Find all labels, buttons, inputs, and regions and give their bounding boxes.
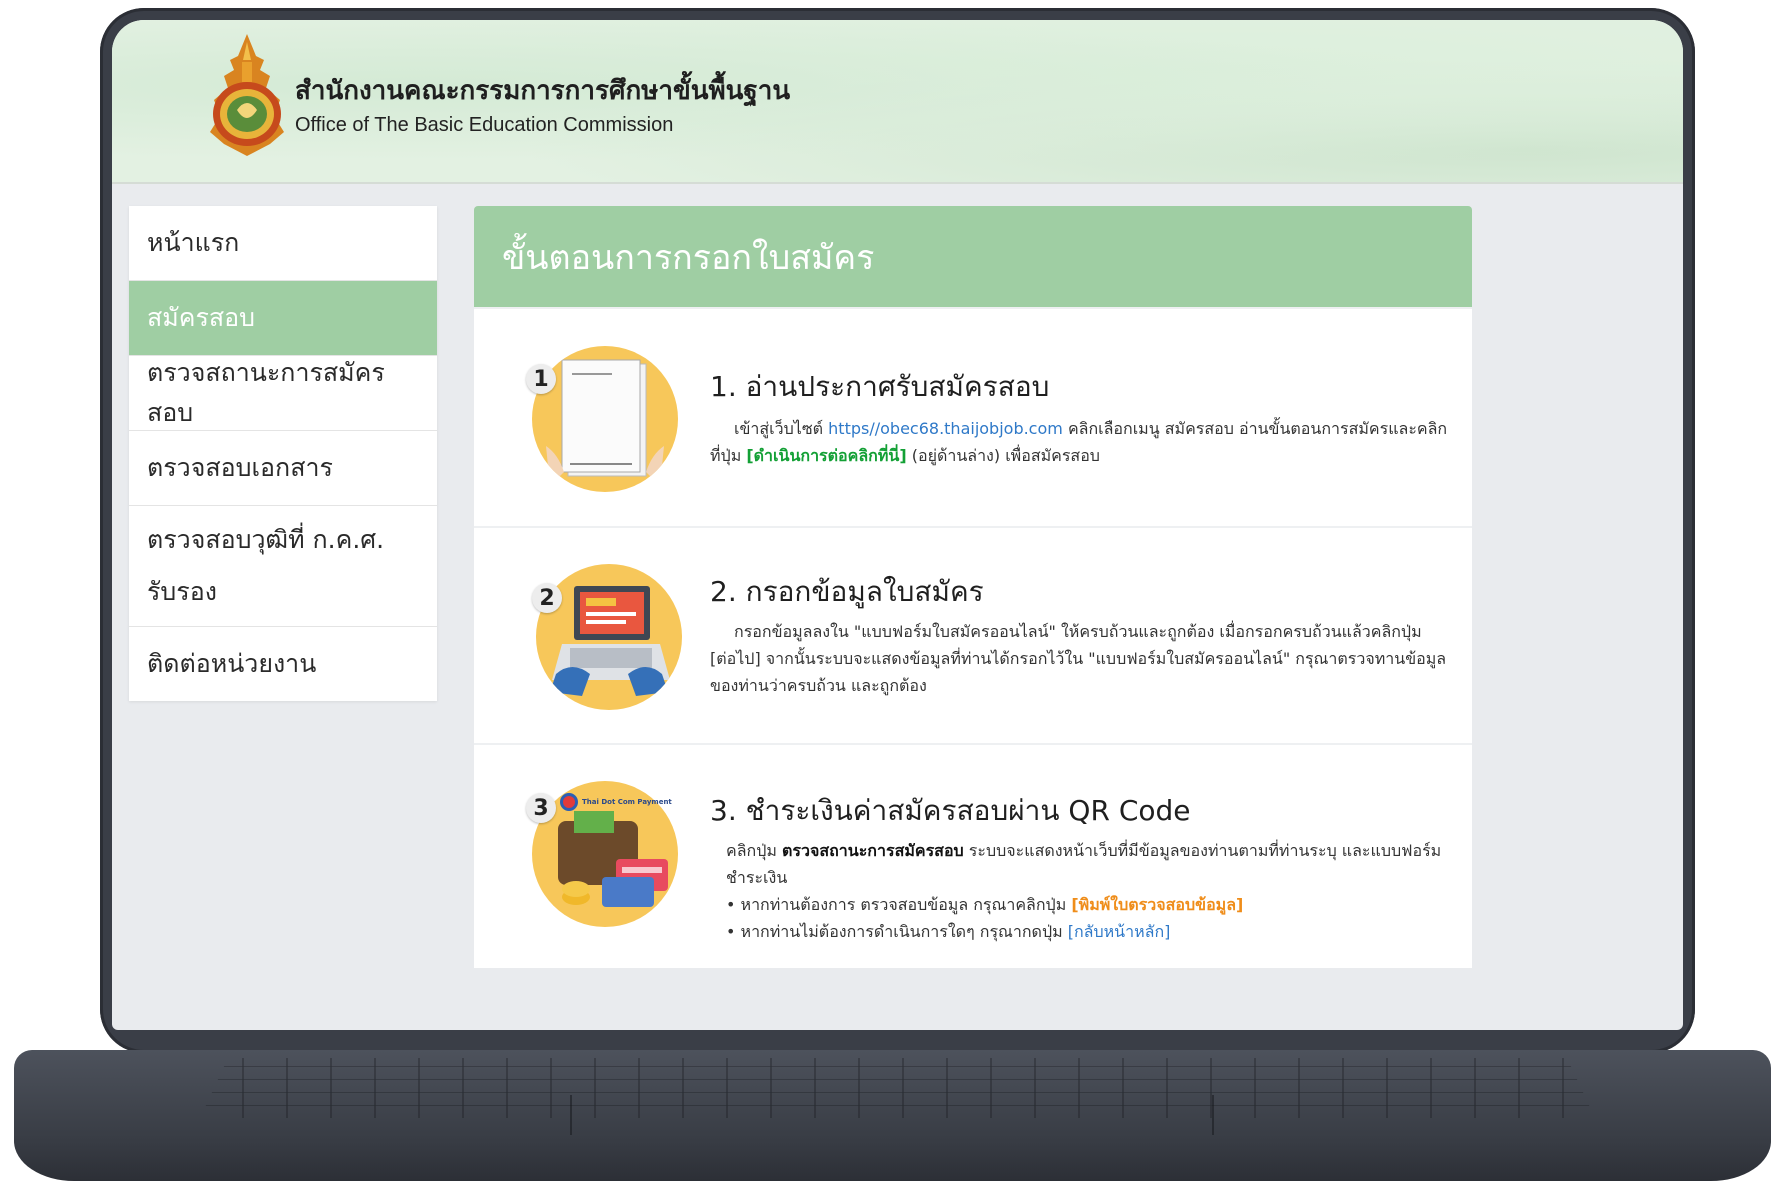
step-number-badge: 2 bbox=[532, 583, 562, 613]
check-status-label: ตรวจสถานะการสมัครสอบ bbox=[781, 841, 964, 860]
org-name-thai: สำนักงานคณะกรรมการการศึกษาขั้นพื้นฐาน bbox=[295, 76, 791, 106]
return-home-link[interactable]: [กลับหน้าหลัก] bbox=[1068, 922, 1171, 941]
step-card-2: 2 2. กรอกข้อมูลใบสมัคร กรอกข้อมูลลงใน "แ… bbox=[474, 526, 1472, 743]
sidebar-item-label: ตรวจสอบวุฒิที่ ก.ค.ศ. รับรอง bbox=[147, 514, 384, 618]
bullet-text: • หากท่านไม่ต้องการดำเนินการใดๆ กรุณากดป… bbox=[726, 922, 1068, 941]
step-card-1: 1 1. อ่านประกาศรับสมัครสอบ เข้าสู่เว็บไซ… bbox=[474, 307, 1472, 526]
sidebar-item-label: ตรวจสถานะการสมัครสอบ bbox=[147, 358, 385, 427]
step-number-badge: 3 bbox=[526, 793, 556, 823]
sidebar-item-label-line1: ตรวจสอบวุฒิที่ ก.ค.ศ. bbox=[147, 525, 385, 554]
laptop-trackpad bbox=[570, 1095, 1214, 1135]
org-name-english: Office of The Basic Education Commission bbox=[295, 114, 674, 136]
step-description: กรอกข้อมูลลงใน "แบบฟอร์มใบสมัครออนไลน์" … bbox=[710, 622, 1447, 695]
main-panel: ขั้นตอนการกรอกใบสมัคร 1 1. อ่านประกาศรับ… bbox=[474, 206, 1472, 968]
print-check-form-link[interactable]: [พิมพ์ใบตรวจสอบข้อมูล] bbox=[1071, 895, 1243, 914]
sidebar-item-contact[interactable]: ติดต่อหน่วยงาน bbox=[129, 627, 437, 701]
obec-emblem-logo bbox=[210, 34, 284, 156]
sidebar-item-label: สมัครสอบ bbox=[147, 303, 256, 332]
sidebar-item-check-status[interactable]: ตรวจสถานะการสมัครสอบ bbox=[129, 356, 437, 431]
step-text: เข้าสู่เว็บไซต์ bbox=[734, 419, 829, 438]
sidebar-item-home[interactable]: หน้าแรก bbox=[129, 206, 437, 281]
step-description: คลิกปุ่ม ตรวจสถานะการสมัครสอบ ระบบจะแสดง… bbox=[726, 837, 1456, 945]
document-illustration-icon bbox=[532, 346, 678, 492]
bullet-print-check: • หากท่านต้องการ ตรวจสอบข้อมูล กรุณาคลิก… bbox=[726, 891, 1456, 918]
bullet-text: • หากท่านต้องการ ตรวจสอบข้อมูล กรุณาคลิก… bbox=[726, 895, 1072, 914]
step-text: (อยู่ด้านล่าง) เพื่อสมัครสอบ bbox=[906, 446, 1100, 465]
payment-logo-icon bbox=[560, 793, 578, 811]
sidebar-item-label: ตรวจสอบเอกสาร bbox=[147, 453, 333, 482]
laptop-screen: สำนักงานคณะกรรมการการศึกษาขั้นพื้นฐาน Of… bbox=[112, 20, 1683, 1030]
sidebar-item-label: ติดต่อหน่วยงาน bbox=[147, 649, 317, 678]
sidebar-menu: หน้าแรก สมัครสอบ ตรวจสถานะการสมัครสอบ ตร… bbox=[129, 206, 437, 701]
continue-button-label: [ดำเนินการต่อคลิกที่นี่] bbox=[746, 446, 907, 465]
sidebar-item-apply[interactable]: สมัครสอบ bbox=[129, 281, 437, 356]
step-text: คลิกปุ่ม bbox=[726, 841, 782, 860]
sidebar-item-label-line2: รับรอง bbox=[147, 577, 217, 606]
bullet-return-home: • หากท่านไม่ต้องการดำเนินการใดๆ กรุณากดป… bbox=[726, 918, 1456, 945]
step-description: เข้าสู่เว็บไซต์ https//obec68.thaijobjob… bbox=[710, 415, 1450, 469]
thai-dot-com-payment-badge: Thai Dot Com Payment bbox=[560, 793, 672, 811]
step-title: 2. กรอกข้อมูลใบสมัคร bbox=[710, 575, 984, 608]
step-title: 1. อ่านประกาศรับสมัครสอบ bbox=[710, 370, 1050, 403]
step-title: 3. ชำระเงินค่าสมัครสอบผ่าน QR Code bbox=[710, 794, 1191, 827]
step-number-badge: 1 bbox=[526, 364, 556, 394]
website-link[interactable]: https//obec68.thaijobjob.com bbox=[828, 419, 1063, 438]
step-card-3: Thai Dot Com Payment 3 3. ชำระเงินค่าสมั… bbox=[474, 743, 1472, 968]
step-line: คลิกปุ่ม ตรวจสถานะการสมัครสอบ ระบบจะแสดง… bbox=[726, 837, 1456, 891]
site-header: สำนักงานคณะกรรมการการศึกษาขั้นพื้นฐาน Of… bbox=[112, 20, 1683, 184]
sidebar-item-check-qualification[interactable]: ตรวจสอบวุฒิที่ ก.ค.ศ. รับรอง bbox=[129, 506, 437, 627]
sidebar-item-check-documents[interactable]: ตรวจสอบเอกสาร bbox=[129, 431, 437, 506]
laptop-illustration-icon bbox=[536, 564, 682, 710]
payment-badge-label: Thai Dot Com Payment bbox=[582, 798, 672, 806]
sidebar-item-label: หน้าแรก bbox=[147, 228, 240, 257]
page-title: ขั้นตอนการกรอกใบสมัคร bbox=[474, 206, 1472, 307]
